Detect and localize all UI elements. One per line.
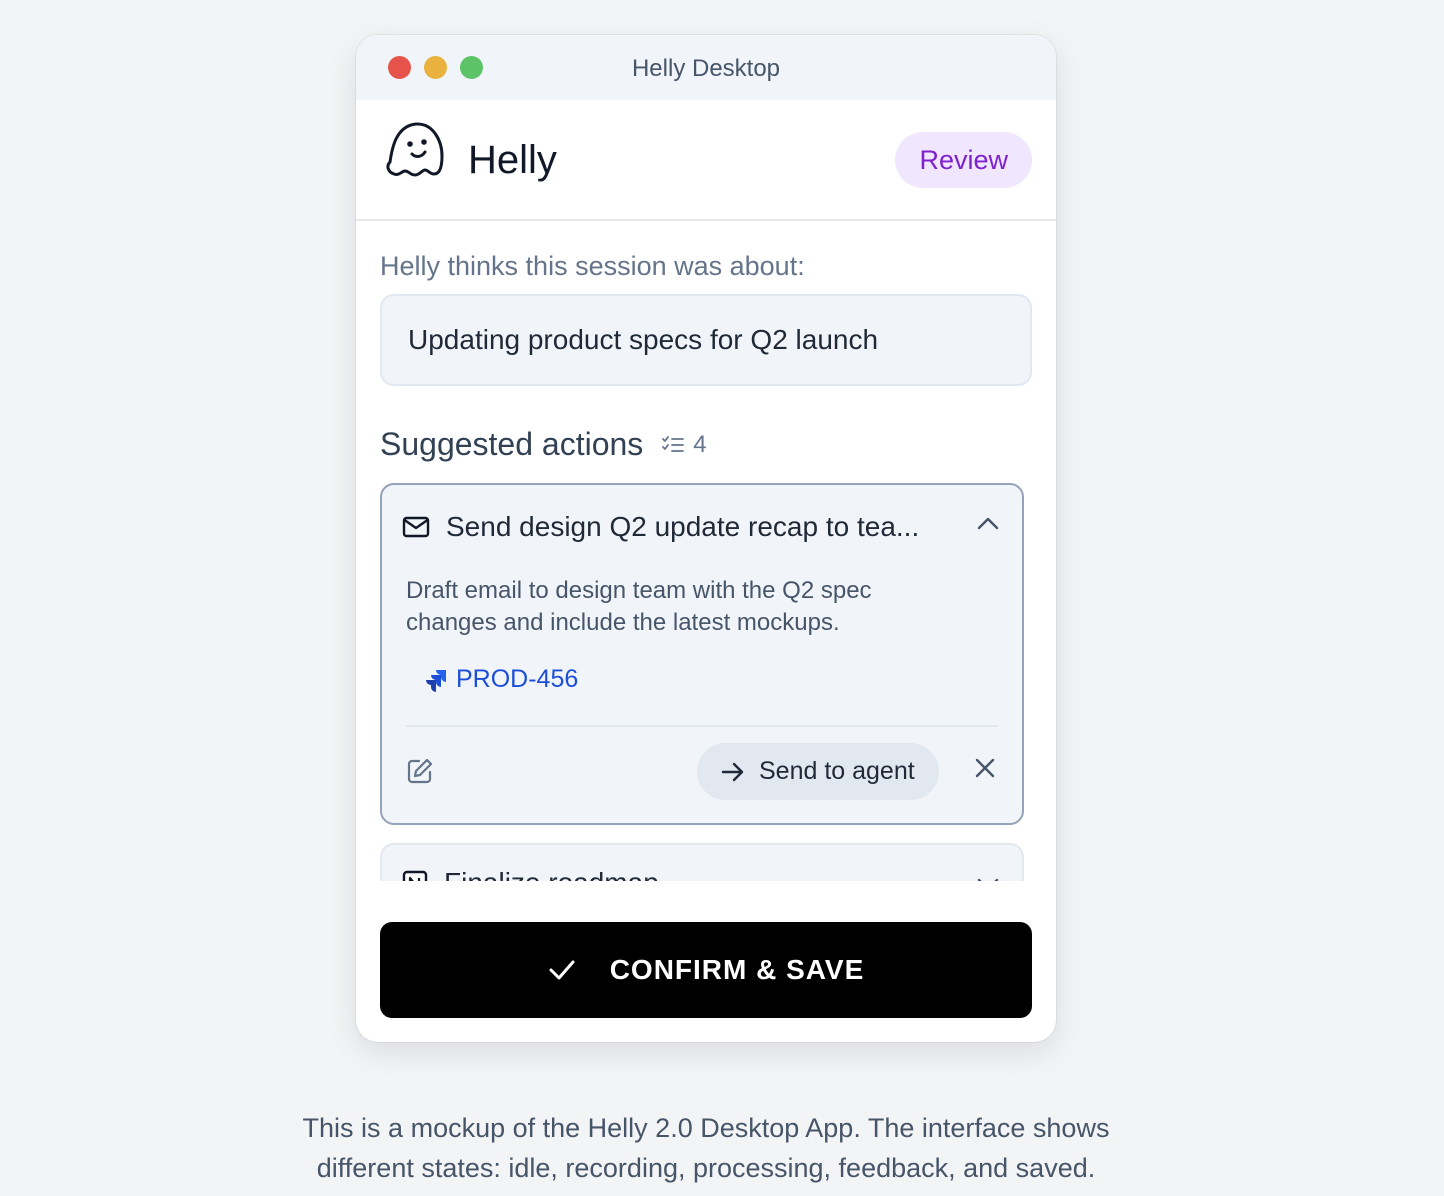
jira-icon	[426, 669, 446, 692]
action-title: Send design Q2 update recap to tea...	[446, 511, 920, 542]
suggested-actions-title: Suggested actions	[380, 426, 644, 462]
session-label: Helly thinks this session was about:	[380, 251, 805, 281]
confirm-save-button[interactable]: CONFIRM & SAVE	[380, 922, 1032, 1018]
checkmark-icon	[549, 960, 575, 980]
session-summary-field[interactable]: Updating product specs for Q2 launch	[380, 294, 1032, 386]
app-window: Helly Desktop Helly Review Helly thinks …	[356, 35, 1056, 1042]
confirm-save-label: CONFIRM & SAVE	[609, 954, 865, 985]
action-card-header[interactable]: Finalize roadmap	[402, 867, 659, 881]
window-title: Helly Desktop	[631, 55, 781, 82]
action-card-collapsed[interactable]: Finalize roadmap	[380, 843, 1024, 881]
actions-count: 4	[661, 430, 707, 459]
session-summary-text: Updating product specs for Q2 launch	[408, 324, 879, 355]
actions-count-value: 4	[693, 430, 707, 458]
page-caption: This is a mockup of the Helly 2.0 Deskto…	[0, 1108, 1412, 1188]
ticket-id: PROD-456	[456, 665, 579, 693]
card-divider	[406, 725, 998, 727]
status-badge: Review	[895, 132, 1032, 188]
app-header: Helly Review	[356, 100, 1056, 221]
action-card-header[interactable]: Send design Q2 update recap to tea...	[402, 511, 946, 543]
checklist-icon	[662, 435, 685, 452]
chevron-down-icon[interactable]	[976, 877, 1000, 881]
suggested-actions-header: Suggested actions 4	[380, 426, 707, 463]
app-name: Helly	[468, 138, 557, 182]
action-description: Draft email to design team with the Q2 s…	[406, 577, 872, 636]
send-to-agent-button[interactable]: Send to agent	[697, 743, 939, 800]
caption-line-2: different states: idle, recording, proce…	[316, 1153, 1096, 1183]
title-bar: Helly Desktop	[356, 35, 1056, 100]
mail-icon	[402, 516, 430, 538]
dismiss-icon[interactable]	[974, 757, 996, 779]
ghost-logo-icon	[386, 122, 444, 177]
action-title: Finalize roadmap	[444, 867, 659, 881]
edit-icon[interactable]	[406, 757, 434, 785]
notion-icon	[402, 870, 428, 881]
action-card-expanded[interactable]: Send design Q2 update recap to tea... Dr…	[380, 483, 1024, 825]
actions-list[interactable]: Send design Q2 update recap to tea... Dr…	[380, 483, 1032, 881]
send-to-agent-label: Send to agent	[759, 757, 915, 785]
chevron-up-icon[interactable]	[976, 515, 1000, 531]
arrow-right-icon	[721, 762, 744, 781]
ticket-link[interactable]: PROD-456	[424, 665, 578, 694]
caption-line-1: This is a mockup of the Helly 2.0 Deskto…	[302, 1113, 1110, 1143]
